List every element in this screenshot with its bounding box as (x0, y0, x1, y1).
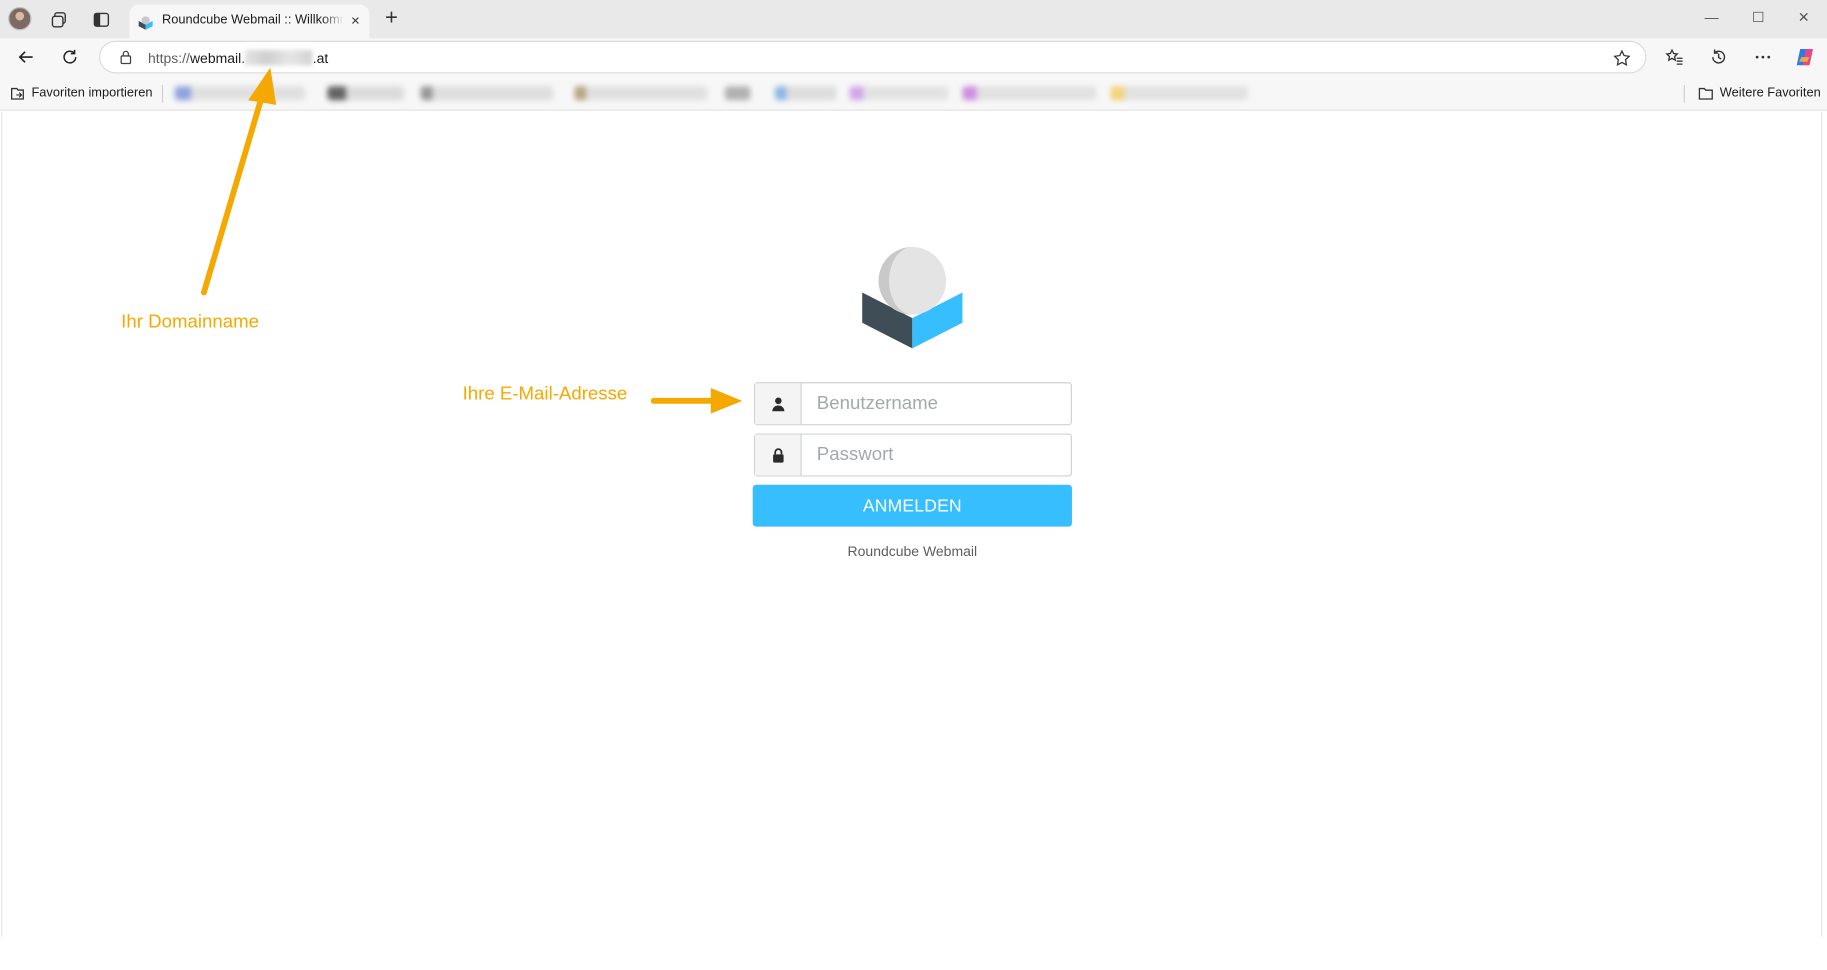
lock-icon[interactable] (118, 49, 134, 65)
user-icon (755, 383, 802, 425)
username-group (753, 382, 1072, 426)
new-tab-button[interactable]: + (380, 7, 403, 31)
favorite-item-redacted[interactable] (420, 86, 554, 101)
favorite-item-redacted[interactable] (174, 86, 306, 101)
favorite-item-redacted[interactable] (574, 86, 708, 101)
favorite-item-redacted[interactable] (774, 86, 837, 101)
favorites-bar: Favoriten importieren Weitere Favoriten (0, 75, 1827, 111)
import-favorites-label: Favoriten importieren (31, 86, 153, 101)
back-button[interactable] (13, 44, 39, 70)
favorites-star-list-icon (1665, 48, 1683, 65)
url-redacted-domain (245, 50, 313, 66)
footer-text: Roundcube Webmail (847, 542, 978, 560)
domain-annotation-label: Ihr Domainname (121, 312, 259, 333)
url-protocol: https:// (147, 50, 190, 67)
tab-close-icon[interactable]: × (346, 12, 365, 31)
reload-button[interactable] (57, 44, 83, 70)
copilot-button[interactable] (1792, 44, 1818, 70)
other-favorites-button[interactable]: Weitere Favoriten (1698, 85, 1821, 101)
reload-icon (63, 49, 77, 64)
lock-icon (755, 434, 802, 476)
username-input[interactable] (802, 383, 1071, 425)
browser-window: Roundcube Webmail :: Willkommen bei Roun… (0, 0, 1827, 956)
import-favorites-icon (11, 87, 24, 100)
tab-roundcube[interactable]: Roundcube Webmail :: Willkommen bei Roun… (129, 4, 370, 39)
favorites-divider (161, 85, 164, 103)
email-annotation-label: Ihre E-Mail-Adresse (462, 384, 628, 405)
favorite-item-redacted[interactable] (962, 86, 1097, 101)
workspaces-icon[interactable] (48, 8, 71, 31)
window-maximize-button[interactable]: ☐ (1743, 3, 1773, 31)
favorite-item-redacted[interactable] (849, 86, 949, 101)
title-bar: Roundcube Webmail :: Willkommen bei Roun… (0, 0, 1827, 39)
folder-icon (1698, 87, 1713, 100)
roundcube-logo (862, 247, 963, 349)
favorite-item-redacted[interactable] (1110, 86, 1248, 101)
favorite-item-redacted[interactable] (724, 86, 751, 101)
favorites-button[interactable] (1662, 44, 1688, 70)
profile-avatar[interactable] (8, 6, 32, 31)
login-button[interactable]: ANMELDEN (752, 484, 1072, 527)
address-bar[interactable]: https://webmail. .at (99, 40, 1647, 74)
history-button[interactable] (1706, 44, 1732, 70)
roundcube-favicon-icon (138, 16, 153, 30)
url-tld: .at (312, 50, 329, 67)
url-text[interactable]: https://webmail. .at (148, 50, 328, 66)
more-menu-button[interactable] (1750, 44, 1776, 70)
back-arrow-icon (18, 51, 33, 63)
history-icon (1712, 49, 1726, 64)
other-favorites-label: Weitere Favoriten (1719, 86, 1821, 101)
url-host: webmail. (189, 50, 246, 67)
browser-toolbar: https://webmail. .at (0, 38, 1827, 76)
star-icon[interactable] (1613, 49, 1632, 68)
more-dots-icon (1755, 55, 1771, 59)
window-minimize-button[interactable]: — (1697, 3, 1727, 31)
favorite-item-redacted[interactable] (327, 86, 405, 101)
tab-title: Roundcube Webmail :: Willkommen bei Roun… (161, 12, 344, 27)
vertical-tabs-icon[interactable] (90, 8, 113, 31)
password-group (753, 433, 1072, 477)
favorites-divider (1683, 85, 1685, 103)
copilot-icon (1796, 48, 1814, 66)
window-close-button[interactable]: ✕ (1789, 3, 1819, 31)
import-favorites-button[interactable]: Favoriten importieren (9, 85, 153, 101)
password-input[interactable] (802, 434, 1071, 476)
